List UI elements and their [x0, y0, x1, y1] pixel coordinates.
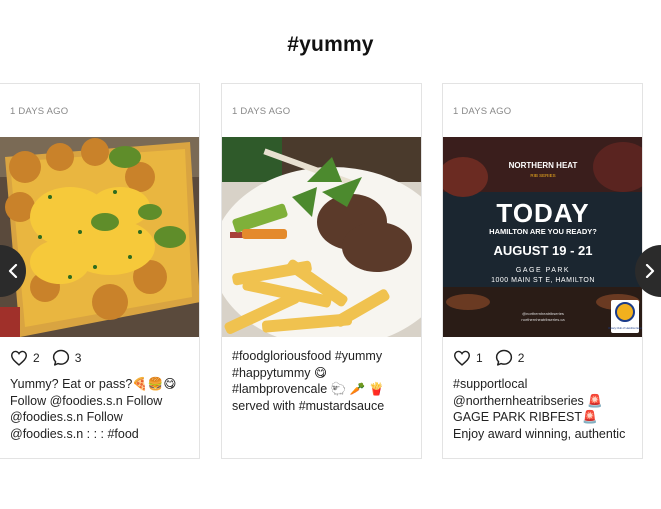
post-time: 1 DAYS AGO — [453, 106, 512, 117]
poster-brand-sub: RIB SERIES — [530, 173, 555, 178]
chevron-right-icon — [645, 264, 655, 278]
post-card[interactable]: 1 DAYS AGO — [0, 83, 200, 459]
caption-line: #supportlocal — [453, 377, 528, 391]
post-time: 1 DAYS AGO — [10, 106, 69, 117]
comment-icon — [52, 349, 69, 366]
caption-line: Enjoy award winning, authentic — [453, 426, 626, 441]
post-image-tater-tots[interactable] — [0, 137, 199, 337]
post-image-ribfest-poster[interactable]: NORTHERN HEAT RIB SERIES TODAY HAMILTON … — [443, 137, 642, 337]
poster-website: northernheatribseries.ca — [521, 317, 565, 322]
caption-line: Yummy? Eat or pass?🍕🍔😋 — [10, 377, 177, 391]
likes[interactable]: 2 — [10, 350, 40, 366]
poster-handle: @northernheatribseries — [522, 311, 564, 316]
poster-brand: NORTHERN HEAT — [509, 161, 578, 170]
caption-line: #foodgloriousfood #yummy — [232, 349, 383, 363]
post-caption: #foodgloriousfood #yummy #happytummy 😋 #… — [232, 348, 416, 414]
likes-count: 2 — [33, 350, 40, 365]
comment-icon — [495, 349, 512, 366]
post-caption: Yummy? Eat or pass?🍕🍔😋 Follow @foodies.s… — [10, 376, 194, 442]
heart-icon — [10, 350, 28, 366]
post-time: 1 DAYS AGO — [232, 106, 291, 117]
comments[interactable]: 3 — [52, 349, 82, 366]
post-stats: 1 2 — [453, 349, 536, 366]
caption-line: #happytummy 😋 — [232, 365, 328, 380]
caption-line: @northernheatribseries 🚨 — [453, 393, 603, 408]
post-card[interactable]: 1 DAYS AGO — [221, 83, 422, 459]
caption-line: @foodies.s.n : : : #food — [10, 426, 139, 441]
caption-line: @foodies.s.n Follow — [10, 410, 123, 424]
comments-count: 2 — [517, 350, 525, 365]
post-stats: 2 3 — [10, 349, 93, 366]
caption-line: #lambprovencale 🐑 🥕 🍟 — [232, 382, 385, 396]
caption-line: GAGE PARK RIBFEST🚨 — [453, 410, 598, 424]
poster-dates: AUGUST 19 - 21 — [494, 243, 593, 258]
likes-count: 1 — [476, 350, 483, 365]
caption-line: served with #mustardsauce — [232, 398, 385, 413]
heart-icon — [453, 350, 471, 366]
caption-line: Follow @foodies.s.n Follow — [10, 393, 163, 408]
post-card[interactable]: 1 DAYS AGO NORTHERN HEAT RIB SERIES TODA… — [442, 83, 643, 459]
comments[interactable]: 2 — [495, 349, 525, 366]
chevron-left-icon — [8, 264, 18, 278]
post-image-lamb-chops[interactable] — [222, 137, 421, 337]
comments-count: 3 — [74, 350, 82, 365]
poster-sponsor: Rotary Club of Hamilton East — [608, 326, 642, 330]
post-caption: #supportlocal @northernheatribseries 🚨 G… — [453, 376, 637, 442]
poster-headline: TODAY — [496, 198, 589, 228]
poster-address: 1000 MAIN ST E, HAMILTON — [491, 277, 595, 284]
poster-venue: GAGE PARK — [516, 267, 570, 274]
poster-tagline: HAMILTON ARE YOU READY? — [489, 227, 597, 236]
feed-hashtag-title: #yummy — [287, 33, 374, 56]
likes[interactable]: 1 — [453, 350, 483, 366]
